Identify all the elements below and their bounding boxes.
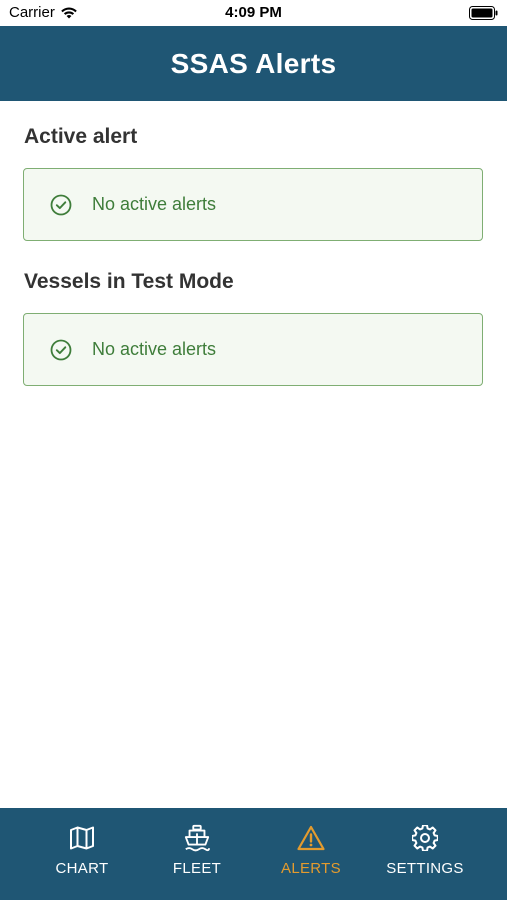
tab-fleet[interactable]: FLEET [142, 808, 252, 888]
ship-icon [183, 824, 211, 852]
check-circle-icon [50, 194, 72, 216]
active-alert-heading: Active alert [24, 125, 138, 148]
tab-fleet-label: FLEET [172, 860, 222, 877]
tab-settings[interactable]: SETTINGS [370, 808, 480, 888]
status-bar: Carrier 4:09 PM [0, 0, 507, 26]
active-alert-message: No active alerts [92, 194, 217, 214]
battery-icon [469, 6, 498, 24]
warning-triangle-icon [297, 824, 325, 852]
tab-chart-label: CHART [55, 860, 109, 877]
tab-chart[interactable]: CHART [27, 808, 137, 888]
active-alert-status-box: No active alerts [23, 168, 483, 241]
page-title: SSAS Alerts [170, 47, 337, 79]
tab-settings-label: SETTINGS [386, 860, 464, 877]
test-mode-message: No active alerts [92, 339, 217, 359]
tab-alerts[interactable]: ALERTS [256, 808, 366, 888]
test-mode-status-box: No active alerts [23, 313, 483, 386]
tab-alerts-label: ALERTS [281, 860, 341, 877]
test-mode-heading: Vessels in Test Mode [24, 270, 234, 293]
bottom-tab-bar: CHART FLEET ALERTS SETTINGS [0, 808, 507, 900]
app-header: SSAS Alerts [0, 26, 507, 101]
gear-icon [411, 824, 439, 852]
status-time: 4:09 PM [225, 4, 282, 21]
map-icon [68, 824, 96, 852]
check-circle-icon [50, 339, 72, 361]
